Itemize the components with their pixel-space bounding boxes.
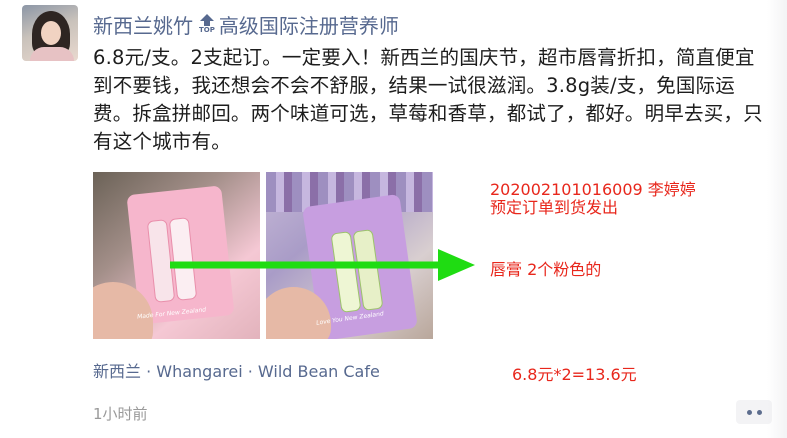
author-name-row: 新西兰姚竹 TOP 高级国际注册营养师 [93, 8, 399, 40]
dot-icon [746, 409, 752, 415]
post-text: 6.8元/支。2支起订。一定要入！新西兰的国庆节，超市唇膏折扣，简直便宜到不要钱… [93, 46, 763, 153]
top-badge-icon: TOP [199, 14, 215, 34]
avatar-face [41, 21, 61, 45]
post-time: 1小时前 [93, 405, 148, 423]
green-arrow-icon [170, 249, 475, 281]
avatar-body [30, 47, 74, 61]
edge-shadow [767, 0, 787, 438]
annotation-order-note: 预定订单到货发出 [490, 198, 619, 217]
annotation-price-calc: 6.8元*2=13.6元 [512, 365, 637, 384]
post-location[interactable]: 新西兰 · Whangarei · Wild Bean Cafe [93, 358, 380, 382]
author-title[interactable]: 高级国际注册营养师 [219, 10, 399, 39]
annotation-item-note: 唇膏 2个粉色的 [490, 260, 602, 279]
dot-icon [756, 409, 762, 415]
author-name[interactable]: 新西兰姚竹 [93, 10, 193, 39]
top-badge-text: TOP [199, 26, 215, 34]
author-avatar[interactable] [22, 5, 78, 61]
